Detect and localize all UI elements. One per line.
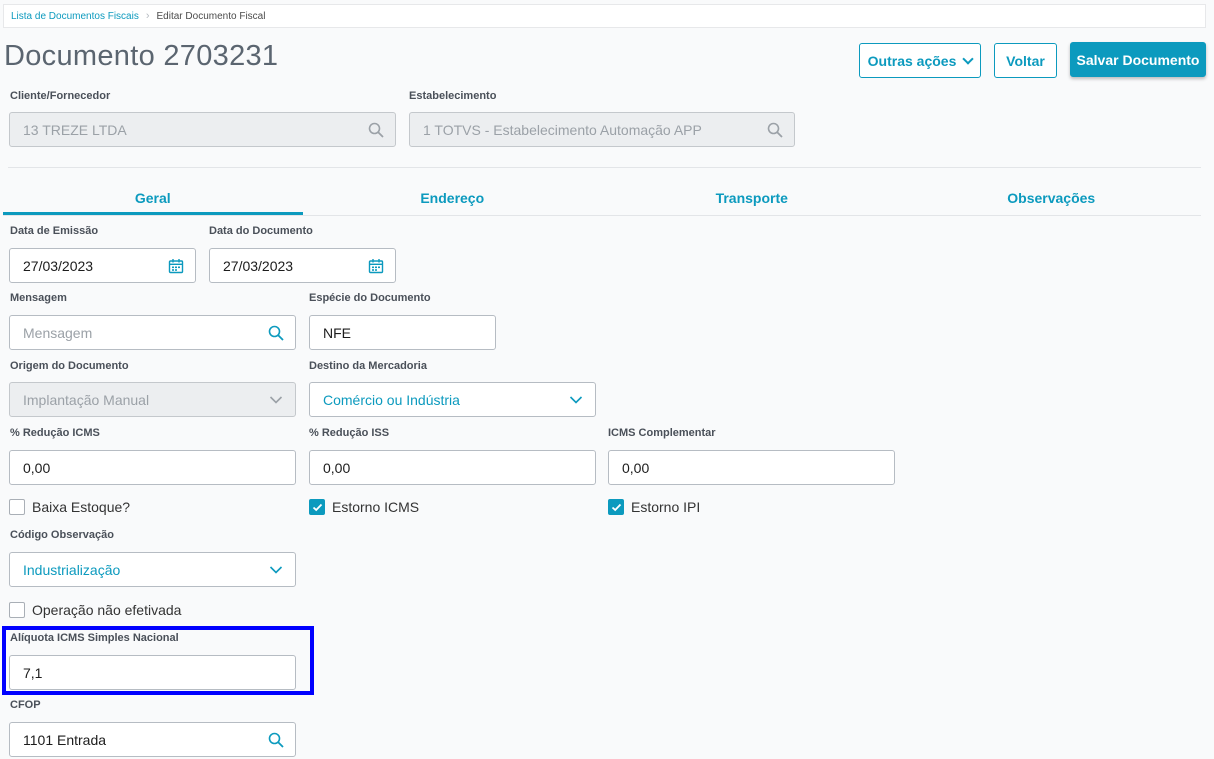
data-documento-value: 27/03/2023 [223,257,294,274]
tab-endereco[interactable]: Endereço [303,179,603,215]
data-emissao-input[interactable]: 27/03/2023 [9,248,196,283]
highlight-box [2,626,314,695]
reducao-icms-value: 0,00 [23,459,51,476]
more-actions-button[interactable]: Outras ações [859,43,981,78]
codigo-obs-select[interactable]: Industrialização [9,552,296,587]
mensagem-input[interactable]: Mensagem [9,315,296,350]
tab-geral[interactable]: Geral [3,179,303,215]
especie-label: Espécie do Documento [309,292,431,304]
page-title: Documento 2703231 [4,40,279,72]
data-documento-label: Data do Documento [209,225,313,237]
especie-input[interactable]: NFE [309,315,496,350]
save-button[interactable]: Salvar Documento [1070,42,1206,77]
data-emissao-value: 27/03/2023 [23,257,94,274]
cliente-label: Cliente/Fornecedor [10,90,111,102]
codigo-obs-label: Código Observação [10,529,114,541]
checkmark-icon[interactable] [608,499,624,515]
search-icon[interactable] [267,324,285,342]
destino-label: Destino da Mercadoria [309,360,427,372]
estorno-ipi-label: Estorno IPI [631,499,701,515]
baixa-estoque-checkbox[interactable]: Baixa Estoque? [9,499,130,515]
breadcrumb: Lista de Documentos Fiscais › Editar Doc… [3,4,1206,28]
cfop-input[interactable]: 1101 Entrada [9,722,296,757]
codigo-obs-value: Industrialização [23,561,121,578]
chevron-down-icon [962,52,975,65]
estabelecimento-value: 1 TOTVS - Estabelecimento Automação APP [423,121,702,138]
operacao-label: Operação não efetivada [32,602,182,618]
back-button[interactable]: Voltar [994,43,1057,78]
especie-value: NFE [323,324,351,341]
checkbox-box[interactable] [9,602,25,618]
baixa-estoque-label: Baixa Estoque? [32,499,131,515]
cliente-field: 13 TREZE LTDA [9,112,396,147]
estorno-icms-label: Estorno ICMS [332,499,420,515]
checkbox-box[interactable] [9,499,25,515]
tab-bar: Geral Endereço Transporte Observações [3,179,1201,216]
calendar-icon[interactable] [367,257,385,275]
icms-complementar-input[interactable]: 0,00 [608,450,895,485]
icms-complementar-label: ICMS Complementar [608,427,716,439]
reducao-iss-value: 0,00 [323,459,351,476]
divider [8,167,1201,168]
chevron-right-icon: › [145,10,150,22]
breadcrumb-link-lista[interactable]: Lista de Documentos Fiscais [11,11,139,22]
checkmark-icon[interactable] [309,499,325,515]
breadcrumb-current: Editar Documento Fiscal [156,10,266,22]
reducao-iss-input[interactable]: 0,00 [309,450,596,485]
data-documento-input[interactable]: 27/03/2023 [209,248,396,283]
estorno-ipi-checkbox[interactable]: Estorno IPI [608,499,700,515]
origem-label: Origem do Documento [10,360,129,372]
cliente-value: 13 TREZE LTDA [23,121,127,138]
tab-transporte[interactable]: Transporte [602,179,902,215]
search-icon [766,121,784,139]
chevron-down-icon[interactable] [567,391,585,409]
mensagem-label: Mensagem [10,292,67,304]
chevron-down-icon[interactable] [267,561,285,579]
origem-select: Implantação Manual [9,382,296,417]
calendar-icon[interactable] [167,257,185,275]
destino-select[interactable]: Comércio ou Indústria [309,382,596,417]
cfop-value: 1101 Entrada [23,731,107,748]
estorno-icms-checkbox[interactable]: Estorno ICMS [309,499,419,515]
cfop-label: CFOP [10,699,41,711]
estabelecimento-field: 1 TOTVS - Estabelecimento Automação APP [409,112,795,147]
more-actions-label: Outras ações [867,52,957,69]
chevron-down-icon [267,391,285,409]
origem-value: Implantação Manual [23,391,150,408]
reducao-icms-input[interactable]: 0,00 [9,450,296,485]
data-emissao-label: Data de Emissão [10,225,99,237]
operacao-nao-efetivada-checkbox[interactable]: Operação não efetivada [9,602,181,618]
icms-complementar-value: 0,00 [622,459,650,476]
mensagem-placeholder: Mensagem [23,324,93,341]
search-icon[interactable] [267,731,285,749]
estabelecimento-label: Estabelecimento [409,90,497,102]
reducao-icms-label: % Redução ICMS [10,427,100,439]
destino-value: Comércio ou Indústria [323,391,460,408]
tab-observacoes[interactable]: Observações [902,179,1202,215]
reducao-iss-label: % Redução ISS [309,427,390,439]
search-icon [367,121,385,139]
